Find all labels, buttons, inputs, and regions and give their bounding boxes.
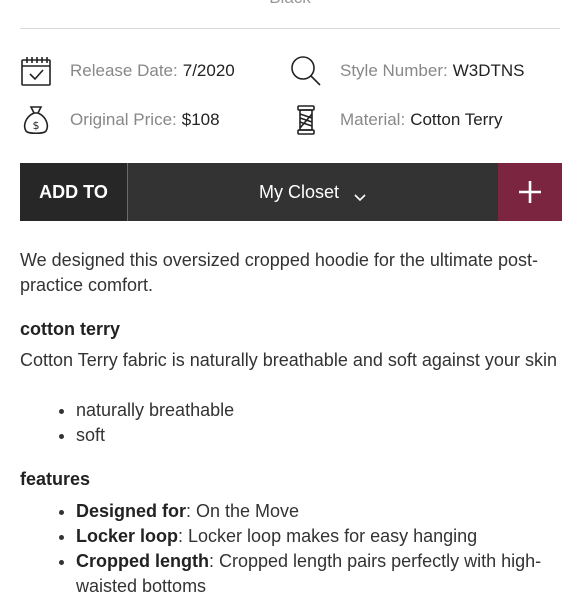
svg-text:$: $ xyxy=(33,119,40,132)
chevron-down-icon xyxy=(353,187,367,202)
original-price-value: $108 xyxy=(181,110,220,129)
plus-icon xyxy=(519,181,541,203)
closet-dropdown[interactable]: My Closet xyxy=(128,163,498,221)
feature-name: Cropped length xyxy=(76,551,209,571)
spec-original-price: $ Original Price: $108 xyxy=(20,104,220,136)
add-to-label: ADD TO xyxy=(20,163,128,221)
material-value: Cotton Terry xyxy=(410,110,503,129)
features-list: Designed for: On the Move Locker loop: L… xyxy=(58,499,576,599)
money-bag-icon: $ xyxy=(20,104,52,136)
add-to-closet-bar: ADD TO My Closet xyxy=(20,163,562,221)
features-heading: features xyxy=(20,469,91,489)
product-description: We designed this oversized cropped hoodi… xyxy=(20,250,538,295)
style-number-label: Style Number: xyxy=(340,61,448,80)
calendar-check-icon xyxy=(20,55,52,87)
spec-style-number: Style Number: W3DTNS xyxy=(290,55,524,87)
feature-item: Cropped length: Cropped length pairs per… xyxy=(76,549,576,599)
style-number-value: W3DTNS xyxy=(452,61,525,80)
list-item: soft xyxy=(76,423,576,448)
feature-item: Locker loop: Locker loop makes for easy … xyxy=(76,524,576,549)
feature-text: : On the Move xyxy=(186,501,300,521)
search-icon xyxy=(290,55,322,87)
divider xyxy=(20,28,560,29)
spec-material: Material: Cotton Terry xyxy=(290,104,502,136)
material-label: Material: xyxy=(340,110,406,129)
release-date-label: Release Date: xyxy=(70,61,178,80)
feature-text: : Locker loop makes for easy hanging xyxy=(178,526,478,546)
closet-dropdown-label: My Closet xyxy=(258,181,339,202)
thread-spool-icon xyxy=(290,104,322,136)
fabric-description: Cotton Terry fabric is naturally breatha… xyxy=(20,350,557,370)
add-to-closet-button[interactable] xyxy=(498,163,562,221)
original-price-label: Original Price: xyxy=(70,110,177,129)
feature-name: Locker loop xyxy=(76,526,179,546)
feature-item: Designed for: On the Move xyxy=(76,499,576,524)
color-name: Black xyxy=(0,0,580,8)
list-item: naturally breathable xyxy=(76,398,576,423)
fabric-bullet-list: naturally breathable soft xyxy=(58,398,576,448)
fabric-heading: cotton terry xyxy=(20,319,121,339)
feature-name: Designed for xyxy=(76,501,187,521)
release-date-value: 7/2020 xyxy=(182,61,235,80)
spec-release-date: Release Date: 7/2020 xyxy=(20,55,235,87)
